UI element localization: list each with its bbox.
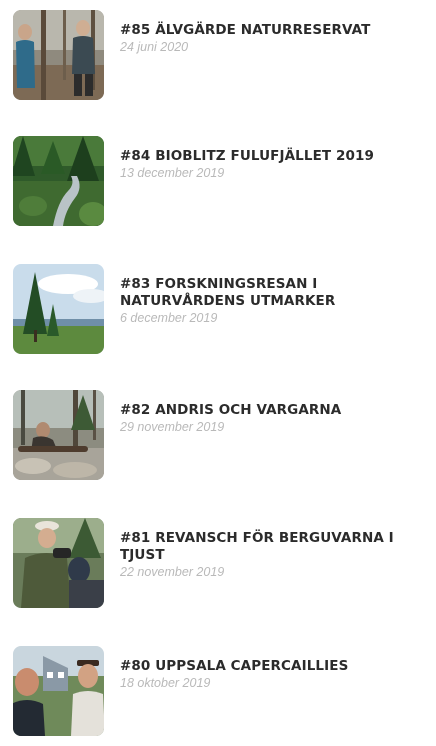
episode-title[interactable]: #82 ANDRIS OCH VARGARNA (120, 402, 426, 419)
list-item-episode-80[interactable]: #80 UPPSALA CAPERCAILLIES 18 oktober 201… (0, 646, 436, 746)
list-item-episode-85[interactable]: #85 ÄLVGÄRDE NATURRESERVAT 24 juni 2020 (0, 10, 436, 110)
episode-date: 29 november 2019 (120, 420, 225, 434)
episode-thumbnail[interactable] (13, 136, 104, 226)
list-item-episode-84[interactable]: #84 BIOBLITZ FULUFJÄLLET 2019 13 decembe… (0, 136, 436, 236)
episode-thumbnail[interactable] (13, 390, 104, 480)
list-item-episode-83[interactable]: #83 FORSKNINGSRESAN I NATURVÅRDENS UTMAR… (0, 264, 436, 364)
episode-title[interactable]: #85 ÄLVGÄRDE NATURRESERVAT (120, 22, 426, 39)
list-item-episode-82[interactable]: #82 ANDRIS OCH VARGARNA 29 november 2019 (0, 390, 436, 490)
episode-thumbnail[interactable] (13, 518, 104, 608)
podcast-episode-list: #85 ÄLVGÄRDE NATURRESERVAT 24 juni 2020 … (0, 0, 436, 742)
selfie-house-photo-icon (13, 646, 104, 736)
episode-thumbnail[interactable] (13, 264, 104, 354)
man-binoculars-photo-icon (13, 518, 104, 608)
episode-date: 22 november 2019 (120, 565, 225, 579)
episode-title[interactable]: #81 REVANSCH FÖR BERGUVARNA I TJUST (120, 530, 426, 564)
episode-title[interactable]: #84 BIOBLITZ FULUFJÄLLET 2019 (120, 148, 426, 165)
episode-date: 18 oktober 2019 (120, 676, 211, 690)
episode-date: 6 december 2019 (120, 311, 218, 325)
episode-title[interactable]: #83 FORSKNINGSRESAN I NATURVÅRDENS UTMAR… (120, 276, 426, 310)
forest-stream-photo-icon (13, 136, 104, 226)
spruce-landscape-photo-icon (13, 264, 104, 354)
forest-people-photo-icon (13, 10, 104, 100)
episode-thumbnail[interactable] (13, 646, 104, 736)
forest-rocks-photo-icon (13, 390, 104, 480)
episode-thumbnail[interactable] (13, 10, 104, 100)
episode-date: 24 juni 2020 (120, 40, 189, 54)
episode-date: 13 december 2019 (120, 166, 225, 180)
episode-title[interactable]: #80 UPPSALA CAPERCAILLIES (120, 658, 426, 675)
list-item-episode-81[interactable]: #81 REVANSCH FÖR BERGUVARNA I TJUST 22 n… (0, 518, 436, 618)
